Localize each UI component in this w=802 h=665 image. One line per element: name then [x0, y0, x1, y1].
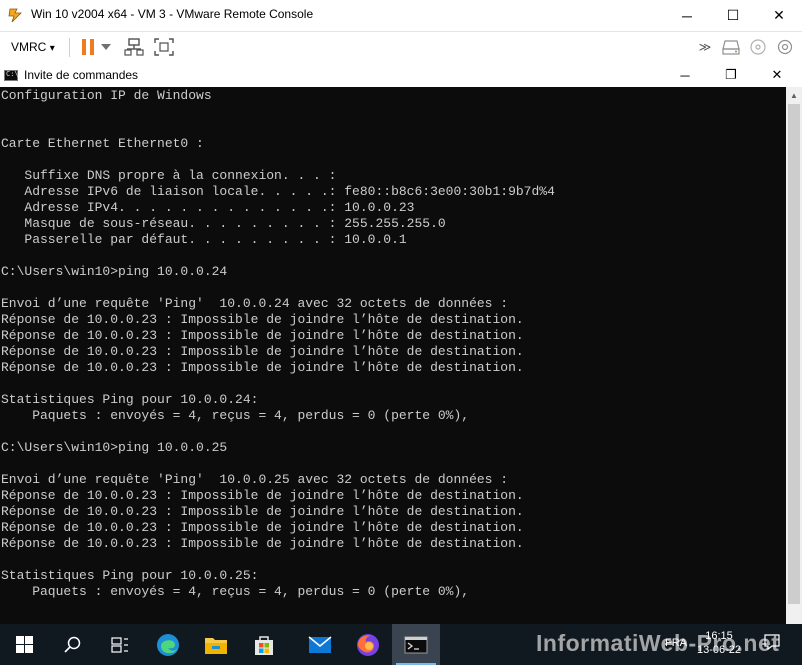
gear-icon [777, 39, 793, 55]
search-button[interactable] [48, 624, 96, 665]
vmrc-toolbar: VMRC ▾ ≫ [0, 32, 802, 64]
vmrc-titlebar: Win 10 v2004 x64 - VM 3 - VMware Remote … [0, 0, 802, 32]
console-line: C:\Users\win10>ping 10.0.0.24 [1, 264, 228, 279]
folder-icon [205, 637, 227, 654]
double-chevron-right-icon: ≫ [698, 40, 712, 54]
fullscreen-icon [154, 38, 174, 56]
console-line: Réponse de 10.0.0.23 : Impossible de joi… [1, 504, 524, 519]
edge-icon [157, 633, 179, 656]
console-scrollbar[interactable]: ▲ [786, 87, 802, 624]
taskbar-clock[interactable]: 16:15 13-06-22 [690, 629, 748, 657]
console-line: Réponse de 10.0.0.23 : Impossible de joi… [1, 536, 524, 551]
console-output[interactable]: Configuration IP de Windows Carte Etherne… [0, 87, 786, 624]
firefox-icon [357, 633, 379, 656]
hard-disk-icon [722, 40, 740, 55]
console-line: Envoi d’une requête 'Ping' 10.0.0.25 ave… [1, 472, 509, 487]
edge-button[interactable] [144, 624, 192, 665]
toolbar-divider [69, 38, 70, 57]
cmd-icon-text: C:\ [6, 70, 19, 78]
cd-drive-button[interactable] [749, 38, 767, 56]
language-indicator[interactable]: FRA [665, 637, 687, 649]
chevron-down-icon: ▾ [49, 43, 55, 54]
cd-icon [750, 39, 766, 55]
cmd-maximize-button[interactable]: ❐ [708, 63, 754, 87]
pause-button[interactable] [79, 38, 97, 56]
file-explorer-button[interactable] [192, 624, 240, 665]
windows-logo-icon [15, 636, 33, 653]
cmd-window-title: Invite de commandes [24, 68, 139, 82]
chevron-down-icon [101, 44, 111, 50]
cmd-icon [404, 636, 428, 653]
pause-icon [82, 39, 94, 55]
console-line: Configuration IP de Windows [1, 88, 212, 103]
task-view-icon [111, 636, 128, 653]
vmrc-minimize-button[interactable]: ─ [664, 0, 710, 31]
console-line: Réponse de 10.0.0.23 : Impossible de joi… [1, 360, 524, 375]
vmrc-maximize-button[interactable]: ☐ [710, 0, 756, 31]
console-line: Statistiques Ping pour 10.0.0.25: [1, 568, 259, 583]
console-line: Réponse de 10.0.0.23 : Impossible de joi… [1, 488, 524, 503]
notifications-button[interactable] [763, 633, 783, 655]
notification-icon [764, 634, 780, 651]
console-line: C:\Users\win10>ping 10.0.0.25 [1, 440, 228, 455]
console-line: Masque de sous-réseau. . . . . . . . . :… [1, 216, 446, 231]
removable-devices-button[interactable] [721, 38, 741, 56]
cmd-window-icon: C:\ [4, 70, 19, 81]
console-line: Suffixe DNS propre à la connexion. . . : [1, 168, 337, 183]
settings-button[interactable] [776, 38, 794, 56]
mail-button[interactable] [296, 624, 344, 665]
console-line: Paquets : envoyés = 4, reçus = 4, perdus… [1, 584, 470, 599]
search-icon [63, 636, 80, 653]
clock-date: 13-06-22 [696, 644, 742, 656]
console-line: Envoi d’une requête 'Ping' 10.0.0.24 ave… [1, 296, 509, 311]
scroll-thumb[interactable] [788, 104, 800, 604]
mail-icon [308, 635, 332, 653]
console-line: Adresse IPv6 de liaison locale. . . . .:… [1, 184, 555, 199]
console-line: Réponse de 10.0.0.23 : Impossible de joi… [1, 520, 524, 535]
console-line: Réponse de 10.0.0.23 : Impossible de joi… [1, 328, 524, 343]
vmrc-menu[interactable]: VMRC ▾ [11, 40, 55, 54]
vmrc-close-button[interactable]: ✕ [756, 0, 802, 31]
console-lines: Configuration IP de Windows Carte Etherne… [1, 88, 555, 600]
fullscreen-button[interactable] [154, 38, 174, 56]
store-button[interactable] [240, 624, 288, 665]
firefox-button[interactable] [344, 624, 392, 665]
network-devices-button[interactable] [124, 38, 144, 56]
vmware-logo-icon [8, 8, 22, 23]
console-line: Paquets : envoyés = 4, reçus = 4, perdus… [1, 408, 470, 423]
console-line: Réponse de 10.0.0.23 : Impossible de joi… [1, 312, 524, 327]
clock-time: 16:15 [705, 630, 733, 642]
cmd-close-button[interactable]: ✕ [754, 63, 800, 87]
start-button[interactable] [0, 624, 48, 665]
network-icon [124, 38, 144, 56]
store-icon [255, 635, 273, 655]
console-line: Passerelle par défaut. . . . . . . . . :… [1, 232, 407, 247]
cmd-minimize-button[interactable]: ─ [662, 63, 708, 87]
scroll-up-arrow-icon[interactable]: ▲ [786, 87, 802, 103]
console-line: Réponse de 10.0.0.23 : Impossible de joi… [1, 344, 524, 359]
console-line: Adresse IPv4. . . . . . . . . . . . . .:… [1, 200, 415, 215]
task-view-button[interactable] [96, 624, 144, 665]
power-options-dropdown[interactable] [100, 38, 112, 56]
console-line: Statistiques Ping pour 10.0.0.24: [1, 392, 259, 407]
forward-button[interactable]: ≫ [697, 38, 713, 56]
cmd-taskbar-button[interactable] [392, 624, 440, 665]
vmrc-window-title: Win 10 v2004 x64 - VM 3 - VMware Remote … [31, 7, 314, 21]
console-line: Carte Ethernet Ethernet0 : [1, 136, 204, 151]
vmrc-menu-label: VMRC [11, 40, 47, 54]
